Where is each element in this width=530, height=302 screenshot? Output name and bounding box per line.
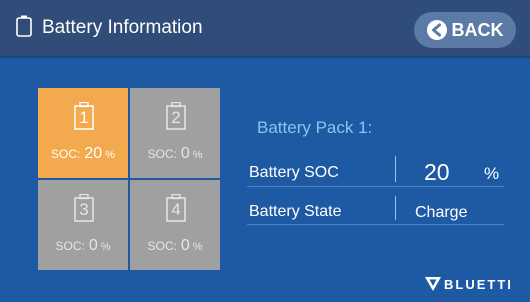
back-button[interactable]: BACK: [414, 12, 516, 48]
soc-unit: %: [100, 241, 111, 253]
bluetti-logo-mark-icon: [425, 277, 441, 291]
soc-unit: %: [192, 149, 203, 161]
row-separator: [395, 156, 396, 182]
battery-pack-2-tile[interactable]: 2 SOC: 0%: [130, 88, 220, 178]
battery-outline-icon: [16, 15, 32, 37]
back-arrow-icon: [426, 20, 447, 40]
pack-soc: SOC: 0%: [130, 145, 220, 163]
battery-pack-4-tile[interactable]: 4 SOC: 0%: [130, 180, 220, 270]
soc-value: 0: [180, 237, 190, 254]
pack-number: 3: [79, 200, 89, 219]
pack-soc: SOC: 20%: [38, 145, 128, 163]
battery-pack-1-tile[interactable]: 1 SOC: 20%: [38, 88, 128, 178]
pack-number: 2: [171, 108, 181, 127]
battery-soc-unit: %: [484, 164, 500, 183]
row-separator: [395, 196, 396, 220]
row-divider: [247, 224, 504, 225]
battery-state-value: Charge: [415, 204, 468, 221]
header-bar: Battery Information BACK: [0, 0, 530, 56]
battery-soc-label: Battery SOC: [249, 164, 339, 181]
battery-soc-value: 20: [424, 159, 450, 185]
soc-label: SOC:: [147, 239, 177, 253]
pack-number: 1: [79, 108, 89, 127]
battery-pack-3-tile[interactable]: 3 SOC: 0%: [38, 180, 128, 270]
soc-unit: %: [192, 241, 203, 253]
selected-pack-title: Battery Pack 1:: [257, 118, 373, 137]
soc-value: 20: [84, 145, 103, 162]
row-divider: [247, 186, 504, 187]
soc-label: SOC:: [51, 147, 81, 161]
soc-value: 0: [88, 237, 98, 254]
pack-soc: SOC: 0%: [38, 237, 128, 255]
soc-label: SOC:: [147, 147, 177, 161]
bluetti-logo: BLUETTI: [425, 276, 513, 292]
soc-label: SOC:: [55, 239, 85, 253]
battery-state-label: Battery State: [249, 203, 342, 220]
brand-name: BLUETTI: [444, 276, 513, 292]
soc-value: 0: [180, 145, 190, 162]
back-button-label: BACK: [451, 19, 504, 40]
pack-soc: SOC: 0%: [130, 237, 220, 255]
page-title: Battery Information: [42, 17, 203, 38]
pack-number: 4: [171, 200, 181, 219]
header-divider: [0, 56, 530, 58]
soc-unit: %: [105, 149, 115, 161]
